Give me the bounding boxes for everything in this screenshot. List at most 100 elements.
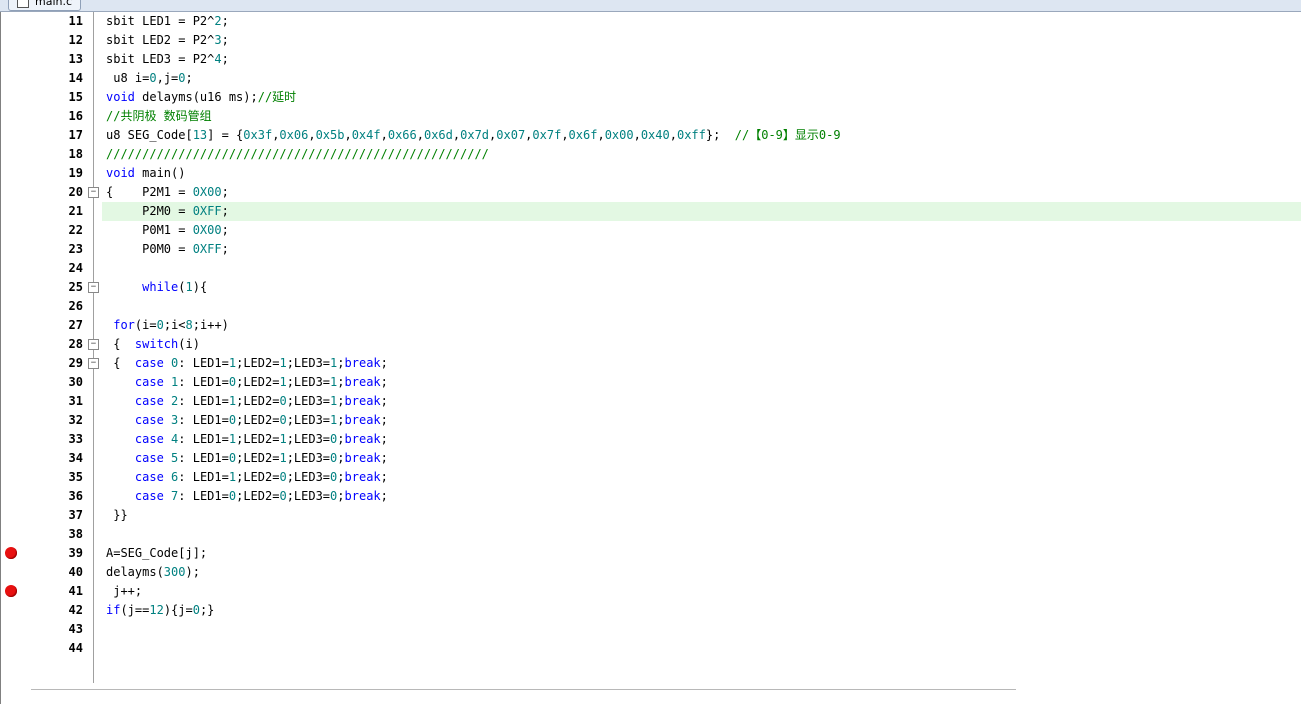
code-line[interactable]: 35 case 6: LED1=1;LED2=0;LED3=0;break; [1,468,1301,487]
line-number: 44 [68,641,83,655]
code-line[interactable]: 42 if(j==12){j=0;} [1,601,1301,620]
code-token: switch [134,337,179,351]
code-line[interactable]: 34 case 5: LED1=0;LED2=1;LED3=0;break; [1,449,1301,468]
breakpoint-icon[interactable] [5,547,17,559]
code-line[interactable]: 24 [1,259,1301,278]
code-token: 13 [192,128,208,142]
code-token: case [134,470,164,484]
code-line[interactable]: 32 case 3: LED1=0;LED2=0;LED3=1;break; [1,411,1301,430]
code-line[interactable]: 12 sbit LED2 = P2^3; [1,31,1301,50]
line-number: 35 [68,470,83,484]
code-line[interactable]: 31 case 2: LED1=1;LED2=0;LED3=1;break; [1,392,1301,411]
code-line[interactable]: 43 [1,620,1301,639]
line-number: 27 [68,318,83,332]
fold-toggle-icon[interactable]: − [88,339,99,350]
code-token: ;LED2= [236,470,280,484]
line-number: 37 [68,508,83,522]
code-line[interactable]: 25− while(1){ [1,278,1301,297]
code-token: ,j= [156,71,179,85]
code-token: 0 [228,413,237,427]
code-token: , [416,128,424,142]
code-token: , [561,128,569,142]
code-token: 2 [214,14,222,28]
code-line[interactable]: 11 sbit LED1 = P2^2; [1,12,1301,31]
code-token: ; [221,204,229,218]
code-line[interactable]: 28− { switch(i) [1,335,1301,354]
code-line[interactable]: 15 void delayms(u16 ms);//延时 [1,88,1301,107]
code-line[interactable]: 18 //////////////////////////////////////… [1,145,1301,164]
code-line[interactable]: 29− { case 0: LED1=1;LED2=1;LED3=1;break… [1,354,1301,373]
code-text: case 3: LED1=0;LED2=0;LED3=1;break; [102,411,1301,430]
code-token: 0 [178,71,186,85]
code-line[interactable]: 20−{ P2M1 = 0X00; [1,183,1301,202]
code-line[interactable]: 44 [1,639,1301,658]
code-token: ; [185,71,193,85]
code-text: P0M0 = 0XFF; [102,240,1301,259]
code-line[interactable]: 21 P2M0 = 0XFF; [1,202,1301,221]
line-number: 41 [68,584,83,598]
code-line[interactable]: 17 u8 SEG_Code[13] = {0x3f,0x06,0x5b,0x4f… [1,126,1301,145]
code-token: 0x07 [496,128,526,142]
code-text: sbit LED1 = P2^2; [102,12,1301,31]
tab-main-c[interactable]: main.c [8,0,82,11]
code-token: A=SEG_Code[j]; [106,546,208,560]
fold-toggle-icon[interactable]: − [88,358,99,369]
fold-toggle-icon[interactable]: − [88,282,99,293]
code-line[interactable]: 19 void main() [1,164,1301,183]
code-text: void delayms(u16 ms);//延时 [102,88,1301,107]
horizontal-scrollbar[interactable] [31,689,1016,690]
code-line[interactable]: 27 for(i=0;i<8;i++) [1,316,1301,335]
line-number: 32 [68,413,83,427]
code-line[interactable]: 30 case 1: LED1=0;LED2=1;LED3=1;break; [1,373,1301,392]
code-token: ;LED2= [236,432,280,446]
code-text: { switch(i) [102,335,1301,354]
code-token: sbit LED2 = P2^ [106,33,215,47]
code-token: : LED1= [178,394,229,408]
code-line[interactable]: 41 j++; [1,582,1301,601]
code-token: ;i++) [192,318,229,332]
code-line[interactable]: 38 [1,525,1301,544]
code-token: sbit LED1 = P2^ [106,14,215,28]
code-editor[interactable]: 11 sbit LED1 = P2^2; 12 sbit LED2 = P2^3; 13… [0,12,1301,704]
code-line[interactable]: 13 sbit LED3 = P2^4; [1,50,1301,69]
code-token: ;LED3= [286,451,331,465]
code-token: break [344,470,381,484]
code-line[interactable]: 16 //共阴极 数码管组 [1,107,1301,126]
line-number: 12 [68,33,83,47]
code-token: 0X00 [192,223,222,237]
line-number: 14 [68,71,83,85]
code-token: ; [221,52,229,66]
code-token: P2M0 = [106,204,193,218]
code-token: //【0-9】显示0-9 [734,128,841,142]
code-token: 1 [279,375,287,389]
code-token: 1 [228,394,237,408]
code-token: 0x6f [568,128,598,142]
code-line[interactable]: 36 case 7: LED1=0;LED2=0;LED3=0;break; [1,487,1301,506]
code-text: for(i=0;i<8;i++) [102,316,1301,335]
fold-toggle-icon[interactable]: − [88,187,99,198]
code-line[interactable]: 33 case 4: LED1=1;LED2=1;LED3=0;break; [1,430,1301,449]
code-token: 0 [279,489,287,503]
code-line[interactable]: 39 A=SEG_Code[j]; [1,544,1301,563]
code-line[interactable]: 40 delayms(300); [1,563,1301,582]
code-token: for [113,318,135,332]
code-token: break [344,432,381,446]
code-line[interactable]: 23 P0M0 = 0XFF; [1,240,1301,259]
code-line[interactable]: 26 [1,297,1301,316]
line-number: 24 [68,261,83,275]
code-token: ////////////////////////////////////////… [106,147,489,161]
code-text: while(1){ [102,278,1301,297]
code-token: 0 [228,375,237,389]
breakpoint-icon[interactable] [5,585,17,597]
code-line[interactable]: 14 u8 i=0,j=0; [1,69,1301,88]
code-line[interactable]: 37 }} [1,506,1301,525]
code-text: j++; [102,582,1301,601]
line-number: 15 [68,90,83,104]
code-line[interactable]: 22 P0M1 = 0X00; [1,221,1301,240]
